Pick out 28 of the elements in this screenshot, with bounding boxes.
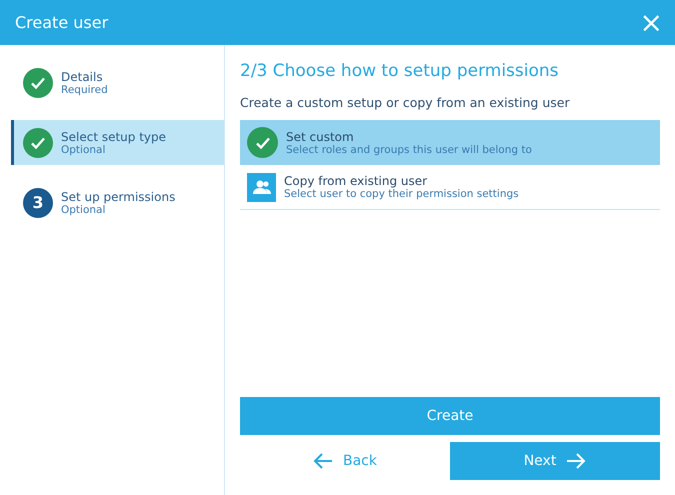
create-button[interactable]: Create: [240, 397, 660, 435]
checkmark-icon: [23, 128, 53, 158]
step-title: Details: [61, 70, 104, 84]
left-arrow-icon: [313, 453, 333, 469]
option-title: Set custom: [286, 130, 355, 144]
option-item[interactable]: Set custom Select roles and groups this user will belong to: [240, 120, 660, 165]
right-arrow-icon: [566, 453, 586, 469]
step-subtitle: Optional: [61, 144, 106, 156]
step-subtitle: Optional: [61, 204, 106, 216]
page-heading: 2/3 Choose how to setup permissions: [240, 61, 560, 81]
close-button[interactable]: ×: [640, 8, 663, 36]
users-icon: [247, 172, 276, 202]
step-item[interactable]: Details Required: [11, 60, 224, 105]
step-item[interactable]: Select setup type Optional: [11, 120, 224, 165]
step-number: 3: [23, 188, 53, 218]
step-title: Select setup type: [61, 130, 166, 144]
option-title: Copy from existing user: [284, 174, 428, 188]
checkmark-icon: [23, 68, 53, 98]
instruction-text: Create a custom setup or copy from an existing user: [240, 95, 571, 110]
window-title: Create user: [15, 13, 108, 32]
step-item[interactable]: 3 Set up permissions Optional: [11, 180, 224, 225]
step-subtitle: Required: [61, 84, 108, 96]
option-description: Select roles and groups this user will belong to: [286, 144, 532, 156]
checkmark-icon: [247, 127, 278, 158]
back-button[interactable]: Back: [240, 442, 450, 480]
step-title: Set up permissions: [61, 190, 176, 204]
next-button[interactable]: Next: [450, 442, 660, 480]
option-description: Select user to copy their permission settings: [284, 188, 519, 200]
